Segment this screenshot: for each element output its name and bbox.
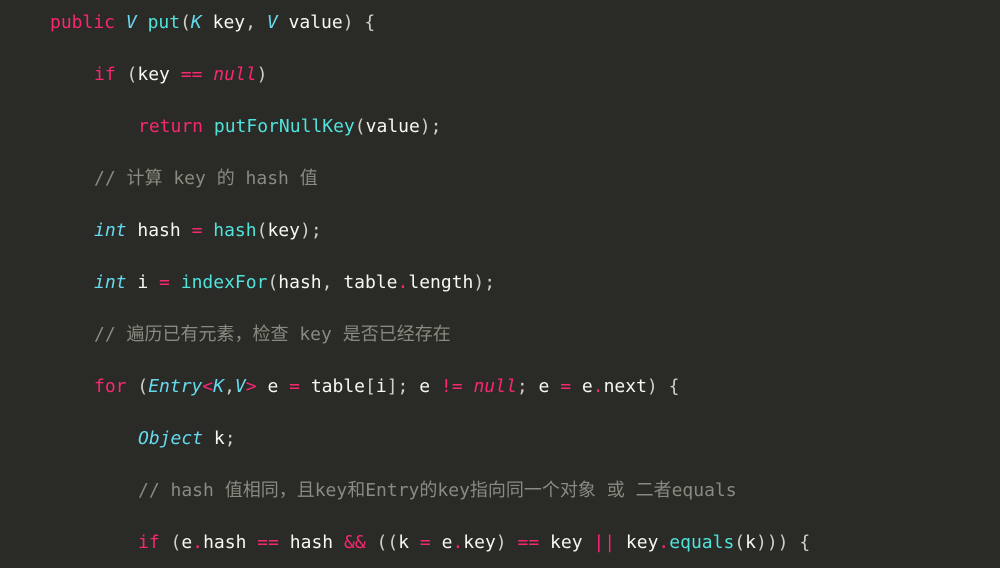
code-line: public V put(K key, V value) {	[0, 10, 1000, 36]
code-line: int hash = hash(key);	[0, 218, 1000, 244]
code-line: // 计算 key 的 hash 值	[0, 166, 1000, 192]
code-line: if (key == null)	[0, 62, 1000, 88]
code-block: public V put(K key, V value) { if (key =…	[0, 0, 1000, 568]
code-line: // hash 值相同，且key和Entry的key指向同一个对象 或 二者eq…	[0, 478, 1000, 504]
code-line: int i = indexFor(hash, table.length);	[0, 270, 1000, 296]
code-line: Object k;	[0, 426, 1000, 452]
code-line: return putForNullKey(value);	[0, 114, 1000, 140]
code-line: // 遍历已有元素，检查 key 是否已经存在	[0, 322, 1000, 348]
code-line: for (Entry<K,V> e = table[i]; e != null;…	[0, 374, 1000, 400]
code-line: if (e.hash == hash && ((k = e.key) == ke…	[0, 530, 1000, 556]
